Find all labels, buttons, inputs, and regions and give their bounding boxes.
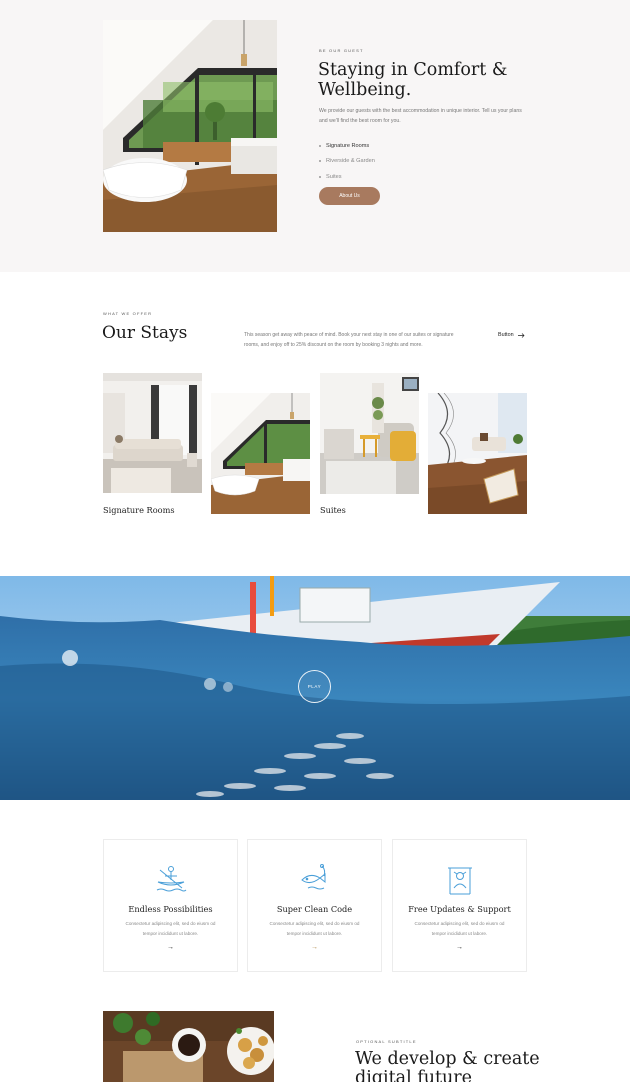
arrow-right-icon[interactable]: → <box>104 944 237 951</box>
feature-description: Consectetur adipiscing elit, sed do eius… <box>269 921 360 936</box>
welcome-section: BE OUR GUEST Staying in Comfort & Wellbe… <box>0 0 630 272</box>
welcome-title-line2: Wellbeing. <box>318 80 412 100</box>
arrow-right-icon[interactable]: → <box>393 944 526 951</box>
develop-title-line1: We develop & create <box>355 1049 540 1069</box>
welcome-title: Staying in Comfort & Wellbeing. <box>318 60 538 100</box>
feature-card: Super Clean Code Consectetur adipiscing … <box>247 839 382 972</box>
stays-title: Our Stays <box>102 323 188 343</box>
bullet-icon <box>319 144 321 147</box>
welcome-eyebrow: BE OUR GUEST <box>319 48 364 53</box>
about-us-button[interactable]: About Us <box>319 187 380 205</box>
stay-card-loft[interactable] <box>428 393 527 514</box>
bullet-icon <box>319 160 321 163</box>
develop-title: We develop & create digital future <box>355 1050 585 1082</box>
stay-card-suites[interactable] <box>320 373 419 494</box>
list-item-label: Signature Rooms <box>326 142 370 149</box>
food-image <box>103 1011 274 1082</box>
arrow-right-icon <box>517 332 525 338</box>
feature-title: Super Clean Code <box>276 904 353 914</box>
feature-title: Free Updates & Support <box>408 904 511 914</box>
welcome-feature-list: Signature Rooms Riverside & Garden Suite… <box>319 138 375 185</box>
stays-eyebrow: WHAT WE OFFER <box>103 311 153 316</box>
feature-description: Consectetur adipiscing elit, sed do eius… <box>125 921 216 936</box>
list-item-label: Riverside & Garden <box>326 158 375 165</box>
stays-button[interactable]: Button <box>498 332 525 338</box>
arrow-right-icon[interactable]: → <box>248 944 381 951</box>
feature-card: Free Updates & Support Consectetur adipi… <box>392 839 527 972</box>
list-item: Riverside & Garden <box>319 154 375 170</box>
fishing-icon <box>300 864 325 890</box>
kayak-icon <box>156 866 186 892</box>
stays-description: This season get away with peace of mind.… <box>244 332 454 348</box>
feature-description: Consectetur adipiscing elit, sed do eius… <box>414 921 505 936</box>
stay-card-signature-rooms[interactable] <box>103 373 202 493</box>
bullet-icon <box>319 175 321 178</box>
gazebo-icon <box>447 867 472 895</box>
develop-title-line2: digital future <box>355 1068 472 1082</box>
stay-card-caption: Suites <box>320 505 346 515</box>
develop-eyebrow: OPTIONAL SUBTITLE <box>356 1039 417 1044</box>
list-item: Signature Rooms <box>319 138 375 154</box>
stay-card-caption: Signature Rooms <box>103 505 175 515</box>
list-item-label: Suites <box>326 173 342 180</box>
list-item: Suites <box>319 169 375 185</box>
welcome-description: We provide our guests with the best acco… <box>319 108 522 124</box>
feature-title: Endless Possibilities <box>128 904 213 914</box>
bathroom-image <box>103 20 277 232</box>
stays-button-label: Button <box>498 332 514 338</box>
feature-card: Endless Possibilities Consectetur adipis… <box>103 839 238 972</box>
stay-card-bathroom[interactable] <box>211 393 310 514</box>
play-button[interactable]: PLAY <box>298 670 331 703</box>
welcome-title-line1: Staying in Comfort & <box>318 60 508 80</box>
